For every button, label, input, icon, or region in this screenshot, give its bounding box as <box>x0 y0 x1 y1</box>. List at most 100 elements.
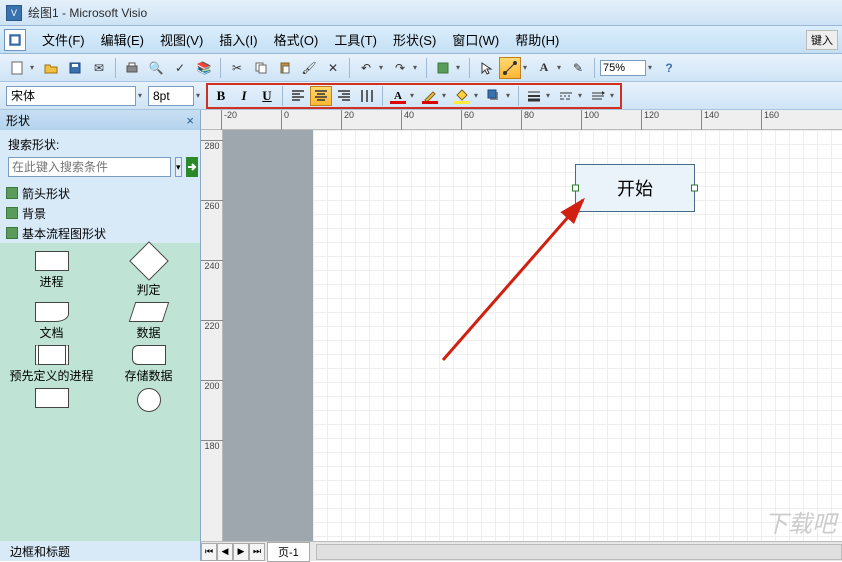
shape-process[interactable]: 进程 <box>4 251 99 298</box>
shape-predefined[interactable]: 预先定义的进程 <box>4 345 99 384</box>
shape-document[interactable]: 文档 <box>4 302 99 341</box>
shadow-button[interactable] <box>483 86 505 106</box>
shapes-panel: 进程 判定 文档 数据 预先定义的进程 存储数据 <box>0 243 200 541</box>
pointer-button[interactable] <box>475 57 497 79</box>
menu-insert[interactable]: 插入(I) <box>211 27 265 52</box>
text-dropdown[interactable]: ▾ <box>557 63 565 72</box>
tab-prev-button[interactable]: ◀ <box>217 543 233 561</box>
menu-tools[interactable]: 工具(T) <box>326 27 385 52</box>
redo-dropdown[interactable]: ▾ <box>413 63 421 72</box>
font-name-dropdown[interactable]: ▾ <box>138 91 146 100</box>
menu-window[interactable]: 窗口(W) <box>444 27 507 52</box>
line-color-button[interactable] <box>419 86 441 106</box>
font-color-button[interactable]: A <box>387 86 409 106</box>
shape-decision[interactable]: 判定 <box>101 251 196 298</box>
shadow-dropdown[interactable]: ▾ <box>506 91 514 100</box>
font-color-dropdown[interactable]: ▾ <box>410 91 418 100</box>
menu-file[interactable]: 文件(F) <box>34 27 93 52</box>
toolbar-formatting: ▾ ▾ B I U A ▾ ▾ ▾ ▾ ▾ ▾ ▾ <box>0 82 842 110</box>
page-tab-1[interactable]: 页-1 <box>267 542 310 562</box>
ink-button[interactable]: ✎ <box>567 57 589 79</box>
tab-first-button[interactable]: ⏮ <box>201 543 217 561</box>
mail-button[interactable]: ✉ <box>88 57 110 79</box>
font-size-input[interactable] <box>148 86 194 106</box>
line-weight-dropdown[interactable]: ▾ <box>546 91 554 100</box>
vertical-ruler: 280 260 240 220 200 180 <box>201 130 223 541</box>
copy-button[interactable] <box>250 57 272 79</box>
redo-button[interactable]: ↷ <box>389 57 411 79</box>
menu-edit[interactable]: 编辑(E) <box>93 27 152 52</box>
research-button[interactable]: 📚 <box>193 57 215 79</box>
shapes-sidebar: 形状 × 搜索形状: ▾ 箭头形状 背景 基本流程图形状 进程 判定 文档 数据… <box>0 110 201 561</box>
shape-storage[interactable]: 存储数据 <box>101 345 196 384</box>
page-margin <box>223 130 313 541</box>
line-pattern-dropdown[interactable]: ▾ <box>578 91 586 100</box>
undo-button[interactable]: ↶ <box>355 57 377 79</box>
new-button[interactable] <box>6 57 28 79</box>
italic-button[interactable]: I <box>233 86 255 106</box>
connector-dropdown[interactable]: ▾ <box>523 63 531 72</box>
tab-last-button[interactable]: ⏭ <box>249 543 265 561</box>
horizontal-scrollbar[interactable] <box>316 544 842 560</box>
stencil-button[interactable] <box>432 57 454 79</box>
shape-extra2[interactable] <box>101 388 196 414</box>
connector-button[interactable] <box>499 57 521 79</box>
menu-view[interactable]: 视图(V) <box>152 27 211 52</box>
font-size-dropdown[interactable]: ▾ <box>196 91 204 100</box>
fill-color-button[interactable] <box>451 86 473 106</box>
menubar: 文件(F) 编辑(E) 视图(V) 插入(I) 格式(O) 工具(T) 形状(S… <box>0 26 842 54</box>
shape-data[interactable]: 数据 <box>101 302 196 341</box>
line-ends-dropdown[interactable]: ▾ <box>610 91 618 100</box>
align-left-button[interactable] <box>287 86 309 106</box>
new-dropdown[interactable]: ▾ <box>30 63 38 72</box>
search-go-button[interactable] <box>186 157 198 177</box>
cut-button[interactable]: ✂ <box>226 57 248 79</box>
save-button[interactable] <box>64 57 86 79</box>
annotation-arrow <box>433 190 603 370</box>
search-input[interactable] <box>8 157 171 177</box>
preview-button[interactable]: 🔍 <box>145 57 167 79</box>
category-background[interactable]: 背景 <box>0 203 200 223</box>
zoom-dropdown[interactable]: ▾ <box>648 63 656 72</box>
category-flowchart[interactable]: 基本流程图形状 <box>0 223 200 243</box>
paste-button[interactable] <box>274 57 296 79</box>
font-name-input[interactable] <box>6 86 136 106</box>
menu-tail[interactable]: 键入 <box>806 30 838 50</box>
zoom-input[interactable] <box>600 60 646 76</box>
category-arrows[interactable]: 箭头形状 <box>0 183 200 203</box>
shape-extra1[interactable] <box>4 388 99 414</box>
start-shape-text: 开始 <box>617 175 653 201</box>
align-right-button[interactable] <box>333 86 355 106</box>
delete-button[interactable]: ✕ <box>322 57 344 79</box>
drawing-page[interactable]: 开始 <box>223 130 842 541</box>
horizontal-ruler: -20 0 20 40 60 80 100 120 140 160 <box>201 110 842 130</box>
tab-next-button[interactable]: ▶ <box>233 543 249 561</box>
format-painter-button[interactable]: 🖌 <box>298 57 320 79</box>
line-ends-button[interactable] <box>587 86 609 106</box>
menu-shape[interactable]: 形状(S) <box>385 27 444 52</box>
stencil-dropdown[interactable]: ▾ <box>456 63 464 72</box>
line-pattern-button[interactable] <box>555 86 577 106</box>
undo-dropdown[interactable]: ▾ <box>379 63 387 72</box>
underline-button[interactable]: U <box>256 86 278 106</box>
distribute-button[interactable] <box>356 86 378 106</box>
search-dropdown[interactable]: ▾ <box>175 157 182 177</box>
format-highlight-box: B I U A ▾ ▾ ▾ ▾ ▾ ▾ ▾ <box>206 83 622 109</box>
fill-color-dropdown[interactable]: ▾ <box>474 91 482 100</box>
line-color-dropdown[interactable]: ▾ <box>442 91 450 100</box>
sidebar-close-icon[interactable]: × <box>186 113 194 128</box>
text-button[interactable]: A <box>533 57 555 79</box>
search-label: 搜索形状: <box>8 136 192 153</box>
spell-button[interactable]: ✓ <box>169 57 191 79</box>
align-center-button[interactable] <box>310 86 332 106</box>
bold-button[interactable]: B <box>210 86 232 106</box>
category-borders[interactable]: 边框和标题 <box>0 541 200 561</box>
line-weight-button[interactable] <box>523 86 545 106</box>
system-menu-icon[interactable] <box>4 29 26 51</box>
titlebar: V 绘图1 - Microsoft Visio <box>0 0 842 26</box>
print-button[interactable] <box>121 57 143 79</box>
help-icon[interactable]: ? <box>658 57 680 79</box>
menu-help[interactable]: 帮助(H) <box>507 27 567 52</box>
open-button[interactable] <box>40 57 62 79</box>
menu-format[interactable]: 格式(O) <box>266 27 327 52</box>
